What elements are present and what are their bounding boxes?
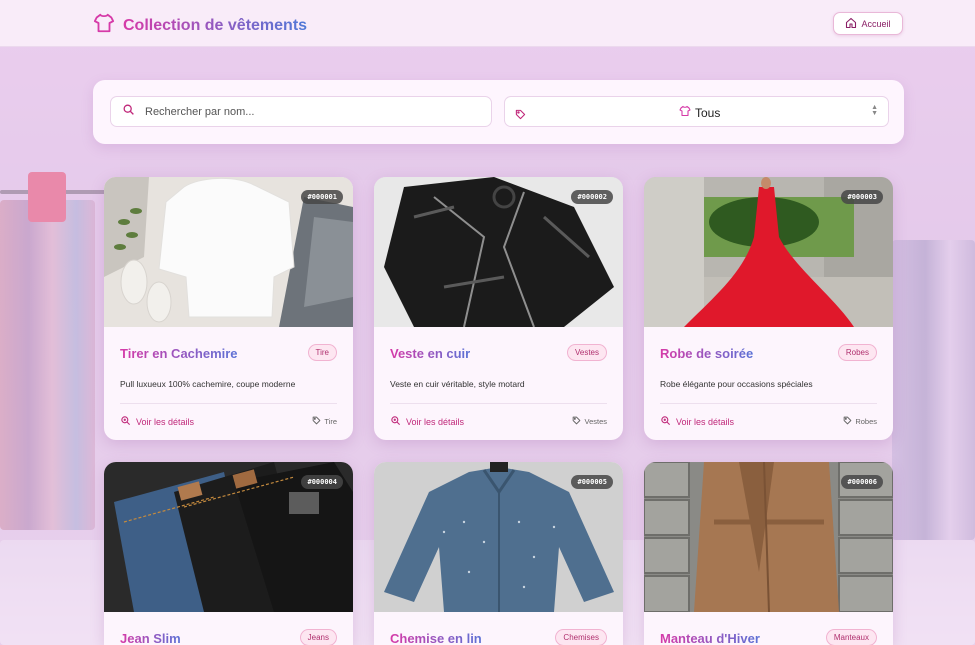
product-image-sweater[interactable]: #000001 (104, 177, 353, 327)
footer-category: Robes (843, 416, 877, 427)
view-details-link[interactable]: Voir les détails (660, 415, 734, 428)
product-name[interactable]: Jean Slim (120, 631, 181, 645)
product-description: Pull luxueux 100% cachemire, coupe moder… (120, 379, 296, 389)
search-box[interactable] (110, 96, 492, 127)
footer-category: Tire (312, 416, 337, 427)
shirt-icon (679, 105, 691, 120)
category-badge: Vestes (566, 344, 607, 361)
product-name[interactable]: Veste en cuir (390, 346, 470, 361)
product-description: Robe élégante pour occasions spéciales (660, 379, 813, 389)
category-badge: Tire (307, 344, 337, 361)
tag-icon (843, 416, 852, 427)
product-name[interactable]: Robe de soirée (660, 346, 753, 361)
product-id-badge: #000005 (571, 475, 613, 489)
product-image-evening-dress[interactable]: #000003 (644, 177, 893, 327)
product-name[interactable]: Manteau d'Hiver (660, 631, 760, 645)
view-details-label: Voir les détails (676, 416, 735, 427)
zoom-icon (120, 415, 131, 428)
tag-icon (515, 107, 526, 125)
view-details-label: Voir les détails (136, 416, 195, 427)
zoom-icon (390, 415, 401, 428)
category-badge: Robes (837, 344, 877, 361)
view-details-label: Voir les détails (406, 416, 465, 427)
footer-category-label: Robes (855, 417, 877, 426)
product-id-badge: #000002 (571, 190, 613, 204)
footer-category: Vestes (572, 416, 607, 427)
product-id-badge: #000004 (301, 475, 343, 489)
shirt-icon (93, 12, 115, 39)
brand[interactable]: Collection de vêtements (93, 12, 307, 39)
tag-icon (312, 416, 321, 427)
product-image-winter-coat[interactable]: #000006 (644, 462, 893, 612)
product-name[interactable]: Chemise en lin (390, 631, 482, 645)
product-id-badge: #000003 (841, 190, 883, 204)
top-navbar: Collection de vêtements Accueil (0, 0, 975, 47)
product-image-leather-jacket[interactable]: #000002 (374, 177, 623, 327)
search-input[interactable] (143, 104, 477, 119)
home-button[interactable]: Accueil (833, 12, 903, 35)
product-card[interactable]: #000001 Tirer en Cachemire Tire Pull lux… (104, 177, 353, 440)
app-title: Collection de vêtements (123, 16, 308, 34)
product-card[interactable]: #000005 Chemise en lin Chemises (374, 462, 623, 645)
category-badge: Manteaux (825, 629, 877, 645)
search-icon (122, 103, 135, 121)
product-id-badge: #000001 (301, 190, 343, 204)
zoom-icon (660, 415, 671, 428)
home-icon (845, 17, 857, 31)
category-badge: Chemises (555, 629, 607, 645)
category-selected-label: Tous (695, 105, 721, 120)
product-description: Veste en cuir véritable, style motard (390, 379, 525, 389)
category-select[interactable]: Tous ▲ ▼ (504, 96, 889, 127)
view-details-link[interactable]: Voir les détails (120, 415, 194, 428)
product-card[interactable]: #000006 Manteau d'Hiver Manteaux (644, 462, 893, 645)
home-label: Accueil (861, 18, 891, 29)
product-card[interactable]: #000003 Robe de soirée Robes Robe élégan… (644, 177, 893, 440)
footer-category-label: Tire (324, 417, 337, 426)
filter-panel: Tous ▲▼ (93, 80, 904, 144)
product-image-jeans[interactable]: #000004 (104, 462, 353, 612)
product-card[interactable]: #000004 Jean Slim Jeans (104, 462, 353, 645)
product-image-shirt[interactable]: #000005 (374, 462, 623, 612)
footer-category-label: Vestes (584, 417, 607, 426)
product-card[interactable]: #000002 Veste en cuir Vestes Veste en cu… (374, 177, 623, 440)
product-name[interactable]: Tirer en Cachemire (120, 346, 238, 361)
product-id-badge: #000006 (841, 475, 883, 489)
category-select-value: Tous (679, 105, 720, 120)
select-arrows-icon: ▲ ▼ (871, 104, 878, 117)
category-badge: Jeans (299, 629, 337, 645)
tag-icon (572, 416, 581, 427)
view-details-link[interactable]: Voir les détails (390, 415, 464, 428)
